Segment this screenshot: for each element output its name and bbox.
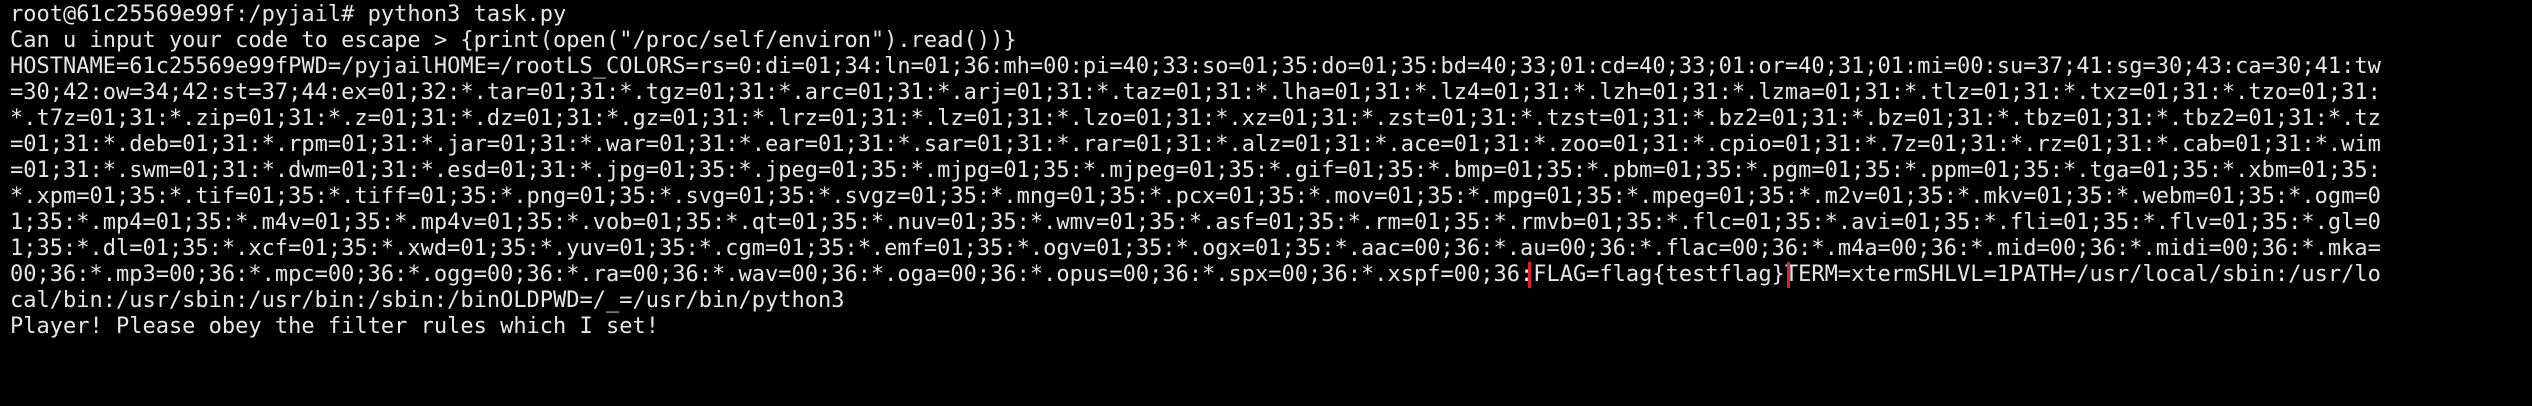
shell-prompt-line: root@61c25569e99f:/pyjail# python3 task.… <box>10 2 567 27</box>
terminal-window[interactable]: root@61c25569e99f:/pyjail# python3 task.… <box>0 0 2532 406</box>
env-output-line: *.xpm=01;35:*.tif=01;35:*.tiff=01;35:*.p… <box>10 184 2381 209</box>
flag-highlight: FLAG=flag{testflag} <box>1528 262 1790 288</box>
env-output-line: 1;35:*.mp4=01;35:*.m4v=01;35:*.mp4v=01;3… <box>10 210 2381 235</box>
input-echo-line: Can u input your code to escape > {print… <box>10 28 1017 53</box>
env-output-line: =30;42:ow=34;42:st=37;44:ex=01;32:*.tar=… <box>10 80 2381 105</box>
env-output-line: *.t7z=01;31:*.zip=01;31:*.z=01;31:*.dz=0… <box>10 106 2381 131</box>
env-output-line: HOSTNAME=61c25569e99fPWD=/pyjailHOME=/ro… <box>10 54 2381 79</box>
env-output-line: =01;31:*.deb=01;31:*.rpm=01;31:*.jar=01;… <box>10 132 2381 157</box>
env-output-line: cal/bin:/usr/sbin:/usr/bin:/sbin:/binOLD… <box>10 288 845 313</box>
program-output-line: Player! Please obey the filter rules whi… <box>10 314 660 339</box>
env-text-before-flag: 00;36:*.mp3=00;36:*.mpc=00;36:*.ogg=00;3… <box>10 262 1534 287</box>
env-output-line: 1;35:*.dl=01;35:*.xcf=01;35:*.xwd=01;35:… <box>10 236 2381 261</box>
env-output-line: =01;31:*.swm=01;31:*.dwm=01;31:*.esd=01;… <box>10 158 2381 183</box>
env-output-line-with-flag: 00;36:*.mp3=00;36:*.mpc=00;36:*.ogg=00;3… <box>10 262 2524 288</box>
env-text-after-flag: TERM=xtermSHLVL=1PATH=/usr/local/sbin:/u… <box>1784 262 2381 287</box>
